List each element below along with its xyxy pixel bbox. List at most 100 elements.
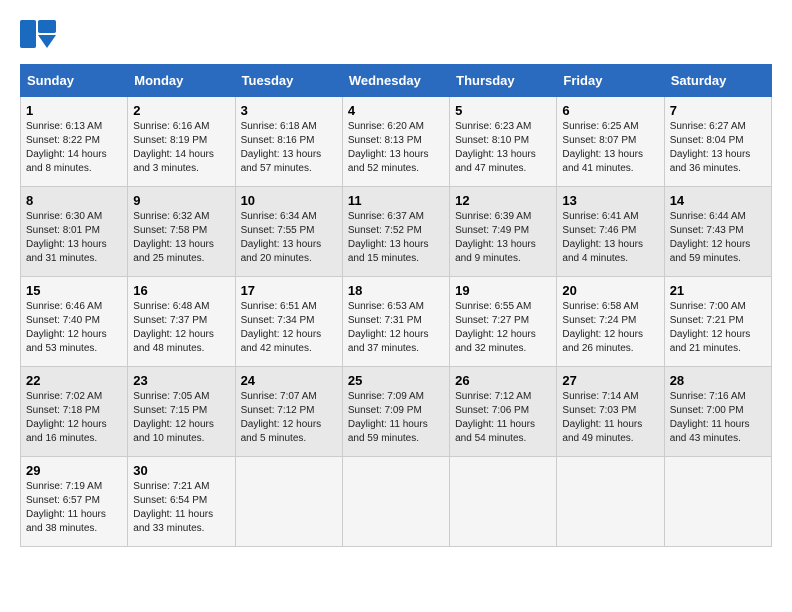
calendar-cell: 9 Sunrise: 6:32 AM Sunset: 7:58 PM Dayli… bbox=[128, 187, 235, 277]
day-number: 24 bbox=[241, 373, 337, 388]
day-number: 28 bbox=[670, 373, 766, 388]
day-number: 15 bbox=[26, 283, 122, 298]
calendar-cell: 30 Sunrise: 7:21 AM Sunset: 6:54 PM Dayl… bbox=[128, 457, 235, 547]
day-info: Sunrise: 7:09 AM Sunset: 7:09 PM Dayligh… bbox=[348, 390, 444, 446]
calendar-cell: 14 Sunrise: 6:44 AM Sunset: 7:43 PM Dayl… bbox=[664, 187, 771, 277]
day-info: Sunrise: 7:02 AM Sunset: 7:18 PM Dayligh… bbox=[26, 390, 122, 446]
calendar-cell: 1 Sunrise: 6:13 AM Sunset: 8:22 PM Dayli… bbox=[21, 97, 128, 187]
day-info: Sunrise: 6:48 AM Sunset: 7:37 PM Dayligh… bbox=[133, 300, 229, 356]
day-info: Sunrise: 7:12 AM Sunset: 7:06 PM Dayligh… bbox=[455, 390, 551, 446]
calendar-cell: 19 Sunrise: 6:55 AM Sunset: 7:27 PM Dayl… bbox=[450, 277, 557, 367]
logo bbox=[20, 20, 62, 48]
calendar-cell: 28 Sunrise: 7:16 AM Sunset: 7:00 PM Dayl… bbox=[664, 367, 771, 457]
day-info: Sunrise: 6:58 AM Sunset: 7:24 PM Dayligh… bbox=[562, 300, 658, 356]
calendar-cell: 10 Sunrise: 6:34 AM Sunset: 7:55 PM Dayl… bbox=[235, 187, 342, 277]
day-info: Sunrise: 6:55 AM Sunset: 7:27 PM Dayligh… bbox=[455, 300, 551, 356]
calendar-cell: 3 Sunrise: 6:18 AM Sunset: 8:16 PM Dayli… bbox=[235, 97, 342, 187]
day-info: Sunrise: 6:53 AM Sunset: 7:31 PM Dayligh… bbox=[348, 300, 444, 356]
day-info: Sunrise: 7:05 AM Sunset: 7:15 PM Dayligh… bbox=[133, 390, 229, 446]
day-number: 13 bbox=[562, 193, 658, 208]
calendar-cell: 24 Sunrise: 7:07 AM Sunset: 7:12 PM Dayl… bbox=[235, 367, 342, 457]
day-number: 30 bbox=[133, 463, 229, 478]
day-info: Sunrise: 6:27 AM Sunset: 8:04 PM Dayligh… bbox=[670, 120, 766, 176]
day-info: Sunrise: 6:20 AM Sunset: 8:13 PM Dayligh… bbox=[348, 120, 444, 176]
calendar-cell: 13 Sunrise: 6:41 AM Sunset: 7:46 PM Dayl… bbox=[557, 187, 664, 277]
calendar-cell bbox=[450, 457, 557, 547]
day-number: 7 bbox=[670, 103, 766, 118]
day-number: 19 bbox=[455, 283, 551, 298]
week-row-2: 8 Sunrise: 6:30 AM Sunset: 8:01 PM Dayli… bbox=[21, 187, 772, 277]
day-info: Sunrise: 6:39 AM Sunset: 7:49 PM Dayligh… bbox=[455, 210, 551, 266]
day-number: 18 bbox=[348, 283, 444, 298]
day-info: Sunrise: 7:14 AM Sunset: 7:03 PM Dayligh… bbox=[562, 390, 658, 446]
day-info: Sunrise: 7:07 AM Sunset: 7:12 PM Dayligh… bbox=[241, 390, 337, 446]
day-number: 26 bbox=[455, 373, 551, 388]
day-number: 17 bbox=[241, 283, 337, 298]
calendar-cell: 23 Sunrise: 7:05 AM Sunset: 7:15 PM Dayl… bbox=[128, 367, 235, 457]
day-info: Sunrise: 6:46 AM Sunset: 7:40 PM Dayligh… bbox=[26, 300, 122, 356]
calendar-cell: 18 Sunrise: 6:53 AM Sunset: 7:31 PM Dayl… bbox=[342, 277, 449, 367]
calendar-cell: 12 Sunrise: 6:39 AM Sunset: 7:49 PM Dayl… bbox=[450, 187, 557, 277]
calendar-cell bbox=[235, 457, 342, 547]
weekday-header-sunday: Sunday bbox=[21, 65, 128, 97]
weekday-header-tuesday: Tuesday bbox=[235, 65, 342, 97]
calendar-table: SundayMondayTuesdayWednesdayThursdayFrid… bbox=[20, 64, 772, 547]
day-number: 5 bbox=[455, 103, 551, 118]
day-info: Sunrise: 6:34 AM Sunset: 7:55 PM Dayligh… bbox=[241, 210, 337, 266]
weekday-header-monday: Monday bbox=[128, 65, 235, 97]
calendar-cell: 29 Sunrise: 7:19 AM Sunset: 6:57 PM Dayl… bbox=[21, 457, 128, 547]
day-number: 27 bbox=[562, 373, 658, 388]
day-info: Sunrise: 6:18 AM Sunset: 8:16 PM Dayligh… bbox=[241, 120, 337, 176]
day-number: 10 bbox=[241, 193, 337, 208]
week-row-1: 1 Sunrise: 6:13 AM Sunset: 8:22 PM Dayli… bbox=[21, 97, 772, 187]
weekday-header-wednesday: Wednesday bbox=[342, 65, 449, 97]
day-info: Sunrise: 6:51 AM Sunset: 7:34 PM Dayligh… bbox=[241, 300, 337, 356]
day-number: 11 bbox=[348, 193, 444, 208]
day-number: 20 bbox=[562, 283, 658, 298]
weekday-header-friday: Friday bbox=[557, 65, 664, 97]
day-info: Sunrise: 6:16 AM Sunset: 8:19 PM Dayligh… bbox=[133, 120, 229, 176]
day-number: 9 bbox=[133, 193, 229, 208]
calendar-cell: 21 Sunrise: 7:00 AM Sunset: 7:21 PM Dayl… bbox=[664, 277, 771, 367]
calendar-cell: 6 Sunrise: 6:25 AM Sunset: 8:07 PM Dayli… bbox=[557, 97, 664, 187]
day-number: 6 bbox=[562, 103, 658, 118]
day-number: 1 bbox=[26, 103, 122, 118]
calendar-cell bbox=[342, 457, 449, 547]
day-info: Sunrise: 7:19 AM Sunset: 6:57 PM Dayligh… bbox=[26, 480, 122, 536]
day-number: 4 bbox=[348, 103, 444, 118]
day-info: Sunrise: 6:37 AM Sunset: 7:52 PM Dayligh… bbox=[348, 210, 444, 266]
day-info: Sunrise: 6:25 AM Sunset: 8:07 PM Dayligh… bbox=[562, 120, 658, 176]
logo-icon bbox=[20, 20, 56, 48]
calendar-cell: 11 Sunrise: 6:37 AM Sunset: 7:52 PM Dayl… bbox=[342, 187, 449, 277]
calendar-cell bbox=[664, 457, 771, 547]
calendar-cell bbox=[557, 457, 664, 547]
day-number: 14 bbox=[670, 193, 766, 208]
day-number: 12 bbox=[455, 193, 551, 208]
calendar-cell: 4 Sunrise: 6:20 AM Sunset: 8:13 PM Dayli… bbox=[342, 97, 449, 187]
weekday-header-thursday: Thursday bbox=[450, 65, 557, 97]
day-number: 21 bbox=[670, 283, 766, 298]
day-info: Sunrise: 6:41 AM Sunset: 7:46 PM Dayligh… bbox=[562, 210, 658, 266]
day-info: Sunrise: 6:32 AM Sunset: 7:58 PM Dayligh… bbox=[133, 210, 229, 266]
calendar-cell: 26 Sunrise: 7:12 AM Sunset: 7:06 PM Dayl… bbox=[450, 367, 557, 457]
day-number: 16 bbox=[133, 283, 229, 298]
day-number: 3 bbox=[241, 103, 337, 118]
calendar-cell: 22 Sunrise: 7:02 AM Sunset: 7:18 PM Dayl… bbox=[21, 367, 128, 457]
weekday-header-saturday: Saturday bbox=[664, 65, 771, 97]
calendar-cell: 7 Sunrise: 6:27 AM Sunset: 8:04 PM Dayli… bbox=[664, 97, 771, 187]
calendar-cell: 16 Sunrise: 6:48 AM Sunset: 7:37 PM Dayl… bbox=[128, 277, 235, 367]
calendar-cell: 8 Sunrise: 6:30 AM Sunset: 8:01 PM Dayli… bbox=[21, 187, 128, 277]
week-row-5: 29 Sunrise: 7:19 AM Sunset: 6:57 PM Dayl… bbox=[21, 457, 772, 547]
week-row-3: 15 Sunrise: 6:46 AM Sunset: 7:40 PM Dayl… bbox=[21, 277, 772, 367]
day-info: Sunrise: 6:30 AM Sunset: 8:01 PM Dayligh… bbox=[26, 210, 122, 266]
day-number: 22 bbox=[26, 373, 122, 388]
day-info: Sunrise: 6:23 AM Sunset: 8:10 PM Dayligh… bbox=[455, 120, 551, 176]
day-number: 23 bbox=[133, 373, 229, 388]
day-number: 2 bbox=[133, 103, 229, 118]
day-number: 29 bbox=[26, 463, 122, 478]
day-info: Sunrise: 7:21 AM Sunset: 6:54 PM Dayligh… bbox=[133, 480, 229, 536]
day-info: Sunrise: 6:44 AM Sunset: 7:43 PM Dayligh… bbox=[670, 210, 766, 266]
calendar-cell: 2 Sunrise: 6:16 AM Sunset: 8:19 PM Dayli… bbox=[128, 97, 235, 187]
calendar-cell: 5 Sunrise: 6:23 AM Sunset: 8:10 PM Dayli… bbox=[450, 97, 557, 187]
calendar-cell: 17 Sunrise: 6:51 AM Sunset: 7:34 PM Dayl… bbox=[235, 277, 342, 367]
